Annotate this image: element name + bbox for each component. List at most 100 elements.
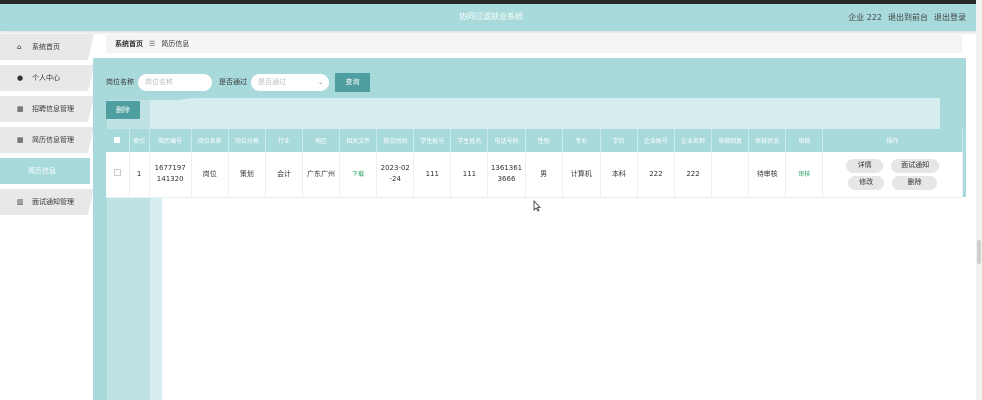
cell-position: 岗位 xyxy=(191,152,229,198)
cell-student-account: 111 xyxy=(413,152,452,198)
column-header: 审核回复 xyxy=(711,129,750,152)
column-header: 简历编号 xyxy=(149,129,192,152)
select-all-checkbox[interactable] xyxy=(114,136,121,143)
sidebar-item-resume-info[interactable]: 简历信息 xyxy=(0,158,90,184)
column-header: 操作 xyxy=(822,129,963,152)
cell-review: 审核 xyxy=(785,152,824,198)
resume-no-line1: 1677197 xyxy=(154,164,186,173)
phone-line1: 1361361 xyxy=(490,164,523,173)
cell-company-account: 222 xyxy=(637,152,675,198)
column-header: 专业 xyxy=(562,129,601,152)
chevron-down-icon: ⌄ xyxy=(317,78,323,86)
bar-chart-icon: ▥ xyxy=(17,198,24,206)
sidebar: ⌂ 系统首页 ● 个人中心 ▦ 招聘信息管理 ▦ 简历信息管理 简历信息 ▥ 面… xyxy=(0,34,96,220)
sidebar-item-resume-management[interactable]: ▦ 简历信息管理 xyxy=(0,127,94,153)
cell-review-reply xyxy=(711,152,750,198)
mouse-cursor-icon xyxy=(533,200,541,212)
user-label: 企业 222 xyxy=(848,13,882,22)
scrollbar-thumb[interactable] xyxy=(977,240,981,264)
column-header: 行业 xyxy=(265,129,304,152)
interview-notify-button[interactable]: 面试通知 xyxy=(891,158,940,173)
resume-table: 索引 简历编号 岗位名称 岗位分类 行业 地区 相关文件 提交时间 学生账号 学… xyxy=(106,129,963,198)
column-header: 学生账号 xyxy=(413,129,452,152)
cell-category: 策划 xyxy=(228,152,266,198)
cell-file: 下载 xyxy=(339,152,378,198)
sidebar-item-label: 简历信息管理 xyxy=(32,136,74,144)
column-header: 索引 xyxy=(129,129,150,152)
breadcrumb-current: 简历信息 xyxy=(161,40,190,48)
content-area xyxy=(162,197,966,400)
table-header-row: 索引 简历编号 岗位名称 岗位分类 行业 地区 相关文件 提交时间 学生账号 学… xyxy=(106,129,963,152)
logout-link[interactable]: 退出登录 xyxy=(934,12,966,23)
row-select-cell[interactable] xyxy=(106,152,130,198)
column-header: 岗位分类 xyxy=(228,129,266,152)
column-header: 学历 xyxy=(600,129,638,152)
row-checkbox[interactable] xyxy=(113,168,121,176)
review-link[interactable]: 审核 xyxy=(798,171,810,178)
column-header: 企业名称 xyxy=(674,129,713,152)
sidebar-item-label: 简历信息 xyxy=(28,167,56,175)
column-header: 地区 xyxy=(302,129,341,152)
submit-time-line1: 2023-02 xyxy=(380,164,410,173)
position-input[interactable]: 岗位名称 xyxy=(137,72,213,92)
vertical-scrollbar[interactable] xyxy=(976,0,982,400)
breadcrumb-home[interactable]: 系统首页 xyxy=(115,39,143,49)
position-label: 岗位名称 xyxy=(106,78,134,86)
passed-select-placeholder: 是否通过 xyxy=(258,78,286,86)
operations-group: 详情 面试通知 修改 删除 xyxy=(823,158,962,190)
user-icon: ● xyxy=(17,74,24,82)
top-header: 协同过滤就业系统 企业 222 退出到前台 退出登录 xyxy=(0,4,982,31)
sidebar-item-label: 系统首页 xyxy=(32,43,60,51)
column-header: 企业账号 xyxy=(637,129,675,152)
sidebar-item-job-management[interactable]: ▦ 招聘信息管理 xyxy=(0,96,94,122)
edit-button[interactable]: 修改 xyxy=(848,175,885,190)
sidebar-item-label: 个人中心 xyxy=(32,74,60,82)
row-delete-button[interactable]: 删除 xyxy=(892,175,938,190)
detail-button[interactable]: 详情 xyxy=(846,158,884,173)
submit-time-line2: -24 xyxy=(389,175,401,184)
phone-line2: 3666 xyxy=(497,175,516,184)
sidebar-item-profile[interactable]: ● 个人中心 xyxy=(0,65,94,91)
cell-major: 计算机 xyxy=(562,152,601,198)
cell-student-name: 111 xyxy=(450,152,489,198)
column-header: 性别 xyxy=(525,129,563,152)
delete-button[interactable]: 删除 xyxy=(106,101,140,119)
column-header: 相关文件 xyxy=(339,129,378,152)
column-header: 岗位名称 xyxy=(191,129,229,152)
search-button[interactable]: 查询 xyxy=(335,72,370,92)
sidebar-item-label: 招聘信息管理 xyxy=(32,105,74,113)
home-icon: ⌂ xyxy=(17,43,22,51)
cell-review-status: 待审核 xyxy=(748,152,787,198)
cell-submit-time: 2023-02 -24 xyxy=(376,152,415,198)
sidebar-item-label: 面试通知管理 xyxy=(32,198,74,206)
search-form: 岗位名称 岗位名称 是否通过 是否通过 ⌄ 查询 xyxy=(106,72,370,92)
breadcrumb: 系统首页 ☰ 简历信息 xyxy=(106,35,962,53)
passed-label: 是否通过 xyxy=(219,78,247,86)
cell-resume-no: 1677197 141320 xyxy=(149,152,192,198)
cell-index: 1 xyxy=(129,152,150,198)
grid-icon: ▦ xyxy=(17,136,24,144)
cell-industry: 会计 xyxy=(265,152,304,198)
column-header: 审核 xyxy=(785,129,824,152)
cell-education: 本科 xyxy=(600,152,638,198)
app-title: 协同过滤就业系统 xyxy=(459,12,523,21)
breadcrumb-separator-icon: ☰ xyxy=(149,40,156,48)
grid-icon: ▦ xyxy=(17,105,24,113)
cell-operations: 详情 面试通知 修改 删除 xyxy=(822,152,963,198)
cell-phone: 1361361 3666 xyxy=(487,152,526,198)
header-select-all[interactable] xyxy=(106,129,130,152)
cell-region: 广东广州 xyxy=(302,152,341,198)
passed-select[interactable]: 是否通过 ⌄ xyxy=(250,72,330,92)
resume-no-line2: 141320 xyxy=(156,175,184,184)
column-header: 电话号码 xyxy=(487,129,526,152)
column-header: 学生姓名 xyxy=(450,129,489,152)
to-frontend-link[interactable]: 退出到前台 xyxy=(888,12,928,23)
cell-company-name: 222 xyxy=(674,152,713,198)
header-user-area: 企业 222 退出到前台 退出登录 xyxy=(848,12,966,23)
column-header: 提交时间 xyxy=(376,129,415,152)
table-row: 1 1677197 141320 岗位 策划 会计 广东广州 下载 2023-0… xyxy=(106,152,963,198)
cell-gender: 男 xyxy=(525,152,563,198)
sidebar-item-home[interactable]: ⌂ 系统首页 xyxy=(0,34,94,60)
sidebar-item-interview-management[interactable]: ▥ 面试通知管理 xyxy=(0,189,94,215)
download-link[interactable]: 下载 xyxy=(352,171,364,178)
